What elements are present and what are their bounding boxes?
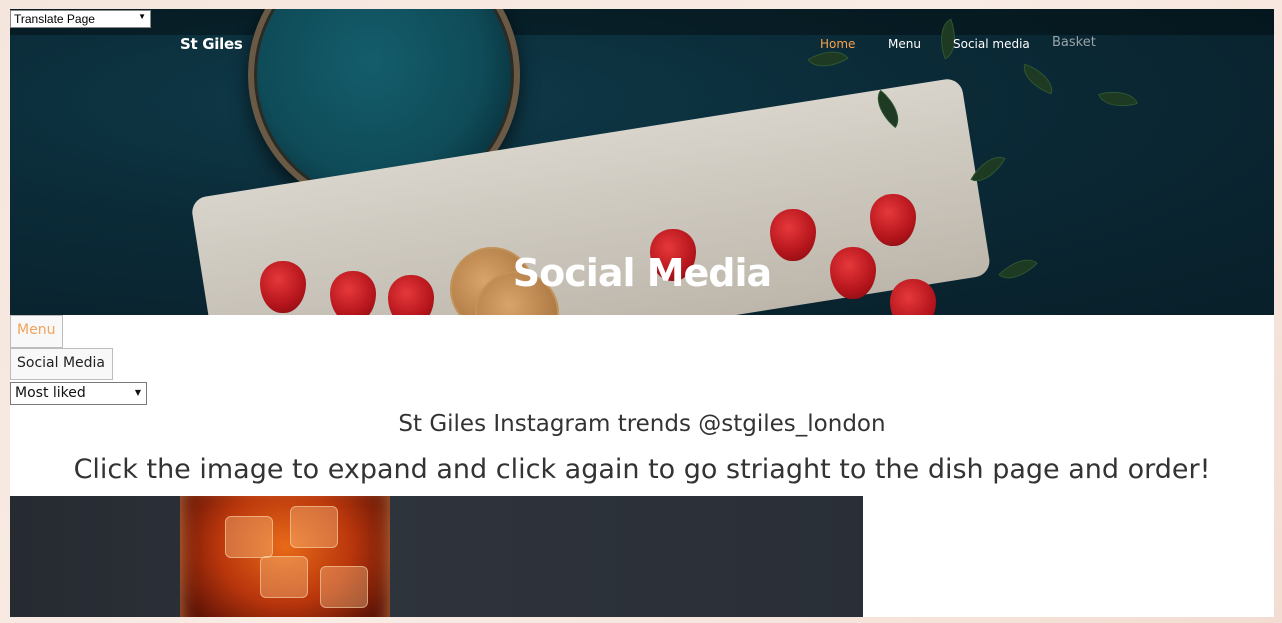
menu-button[interactable]: Menu — [10, 315, 63, 348]
instagram-heading: St Giles Instagram trends @stgiles_londo… — [398, 411, 886, 437]
nav-social-media[interactable]: Social media — [953, 37, 1030, 51]
main-nav: Home Menu Social media Basket — [10, 35, 1274, 57]
nav-basket[interactable]: Basket — [1052, 35, 1096, 50]
hero-banner: St Giles Home Menu Social media Basket S… — [10, 9, 1274, 315]
translate-page-label: Translate Page — [14, 12, 95, 26]
instagram-post-image[interactable] — [10, 496, 863, 617]
nav-menu[interactable]: Menu — [888, 37, 921, 51]
page-title: Social Media — [512, 251, 772, 295]
dropdown-caret-icon: ▼ — [134, 388, 141, 397]
ice-cube-image — [225, 516, 273, 558]
page: St Giles Home Menu Social media Basket S… — [10, 9, 1274, 617]
instructions-heading: Click the image to expand and click agai… — [73, 454, 1211, 485]
sort-select-value: Most liked — [15, 385, 86, 401]
leaf-decoration — [1017, 63, 1059, 95]
social-media-button[interactable]: Social Media — [10, 348, 113, 380]
ice-cube-image — [260, 556, 308, 598]
sort-select[interactable]: Most liked ▼ — [10, 382, 147, 405]
header-band — [10, 9, 1274, 35]
ice-cube-image — [320, 566, 368, 608]
ice-cube-image — [290, 506, 338, 548]
nav-home[interactable]: Home — [820, 37, 855, 51]
translate-page-select[interactable]: Translate Page ▼ — [10, 10, 151, 28]
leaf-decoration — [1098, 84, 1138, 114]
dropdown-caret-icon: ▼ — [138, 12, 146, 21]
